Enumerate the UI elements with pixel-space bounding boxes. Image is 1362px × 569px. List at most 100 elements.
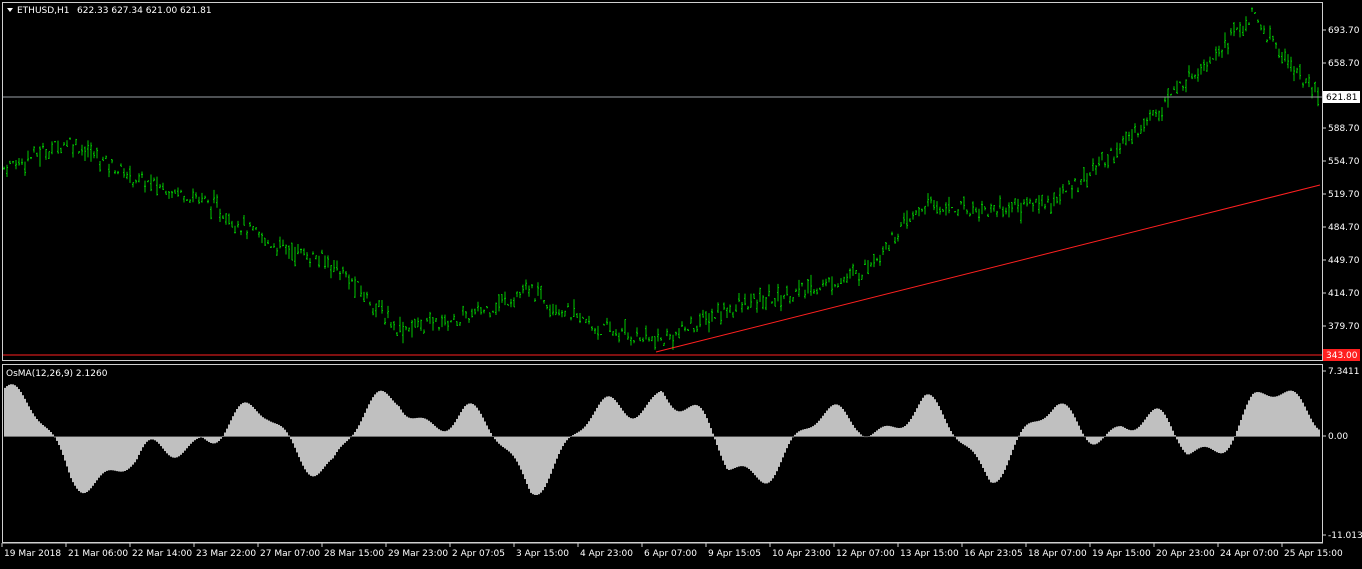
price-bar: [903, 213, 905, 224]
osma-bar: [84, 437, 86, 493]
price-bar: [1101, 152, 1103, 160]
osma-bar: [1318, 429, 1320, 436]
price-bar: [999, 195, 1001, 208]
osma-bar: [94, 437, 96, 483]
price-bar: [573, 299, 575, 317]
time-label: 9 Apr 15:05: [708, 549, 761, 559]
osma-bar: [336, 437, 338, 452]
osma-bar: [334, 437, 336, 456]
chart-window[interactable]: 693.70 658.70 588.70 554.70 519.70 484.7…: [0, 0, 1362, 564]
price-bar: [765, 297, 767, 310]
osma-bar: [1126, 429, 1128, 437]
osma-bar: [490, 433, 492, 437]
time-label: 20 Apr 23:00: [1156, 549, 1215, 559]
osma-bar: [320, 437, 322, 472]
osma-bar: [1316, 428, 1318, 437]
trendline[interactable]: [656, 185, 1320, 352]
price-bar: [951, 207, 953, 208]
osma-bar: [30, 410, 32, 437]
price-bar: [1107, 155, 1109, 169]
osma-bar: [168, 437, 170, 456]
price-bar: [477, 302, 479, 312]
osma-bar: [388, 396, 390, 437]
osma-bar: [416, 418, 418, 437]
price-bar: [549, 305, 551, 318]
price-bar: [1308, 74, 1310, 87]
osma-bar: [1190, 437, 1192, 454]
osma-bar: [854, 428, 856, 437]
osma-bar: [24, 399, 26, 437]
osma-bar: [940, 410, 942, 436]
price-bar: [174, 189, 176, 193]
osma-bar: [794, 435, 796, 437]
osma-bar: [640, 413, 642, 437]
osma-bar: [718, 437, 720, 451]
osma-bar: [672, 408, 674, 437]
osma-bar: [358, 425, 360, 436]
price-bar: [855, 270, 857, 274]
osma-bar: [452, 425, 454, 436]
time-label: 19 Mar 2018: [4, 549, 61, 559]
price-bar: [921, 209, 923, 212]
osma-bar: [478, 410, 480, 436]
price-bar: [798, 280, 800, 297]
osma-bar: [174, 437, 176, 458]
osma-bar: [956, 437, 958, 440]
osma-bar: [428, 421, 430, 437]
price-bar: [402, 322, 404, 343]
osma-bar: [370, 400, 372, 436]
osma-bar: [202, 437, 204, 438]
osma-bar: [218, 437, 220, 441]
osma-bar: [1156, 408, 1158, 436]
osma-bar: [308, 437, 310, 475]
osma-bar: [32, 413, 34, 436]
osma-bar: [1110, 430, 1112, 437]
osma-bar: [616, 402, 618, 436]
osma-bar: [814, 425, 816, 437]
price-label: 449.70: [1328, 256, 1360, 266]
price-axis: 693.70 658.70 588.70 554.70 519.70 484.7…: [1322, 26, 1360, 332]
osma-bar: [1026, 425, 1028, 437]
osma-bar: [14, 385, 16, 436]
osma-bar: [38, 421, 40, 436]
osma-bar: [482, 418, 484, 437]
osma-bar: [162, 437, 164, 449]
osma-bar: [1070, 410, 1072, 436]
osma-bar: [720, 437, 722, 456]
osma-bar: [834, 404, 836, 436]
osma-bar: [592, 415, 594, 437]
price-bar: [369, 302, 371, 306]
price-bar: [6, 165, 8, 177]
price-bar: [714, 317, 716, 318]
price-bar: [840, 278, 842, 284]
osma-bar: [1308, 415, 1310, 437]
price-bar: [630, 337, 632, 346]
osma-bar: [20, 392, 22, 437]
osma-bar: [70, 437, 72, 479]
price-bar: [879, 255, 881, 266]
osma-bar: [432, 424, 434, 437]
price-bar: [1143, 118, 1145, 131]
osma-bar: [1222, 437, 1224, 454]
osma-bar: [200, 437, 202, 438]
osma-bar: [1106, 434, 1108, 437]
osma-bar: [1198, 437, 1200, 449]
osma-bar: [918, 404, 920, 436]
osma-bar: [210, 437, 212, 443]
osma-bar: [422, 418, 424, 437]
osma-bar: [520, 437, 522, 470]
price-bar: [240, 230, 242, 235]
osma-bar: [1098, 437, 1100, 443]
osma-bar: [1238, 426, 1240, 437]
caret-down-icon[interactable]: [7, 8, 13, 12]
price-bar: [558, 309, 560, 315]
osma-bar: [874, 432, 876, 437]
price-bar: [1134, 123, 1136, 133]
price-bar: [612, 331, 614, 336]
osma-bar: [812, 426, 814, 436]
price-bar: [312, 251, 314, 254]
osma-bar: [584, 426, 586, 436]
price-bar: [606, 318, 608, 325]
price-bar: [1047, 196, 1049, 203]
price-bar: [576, 313, 578, 318]
